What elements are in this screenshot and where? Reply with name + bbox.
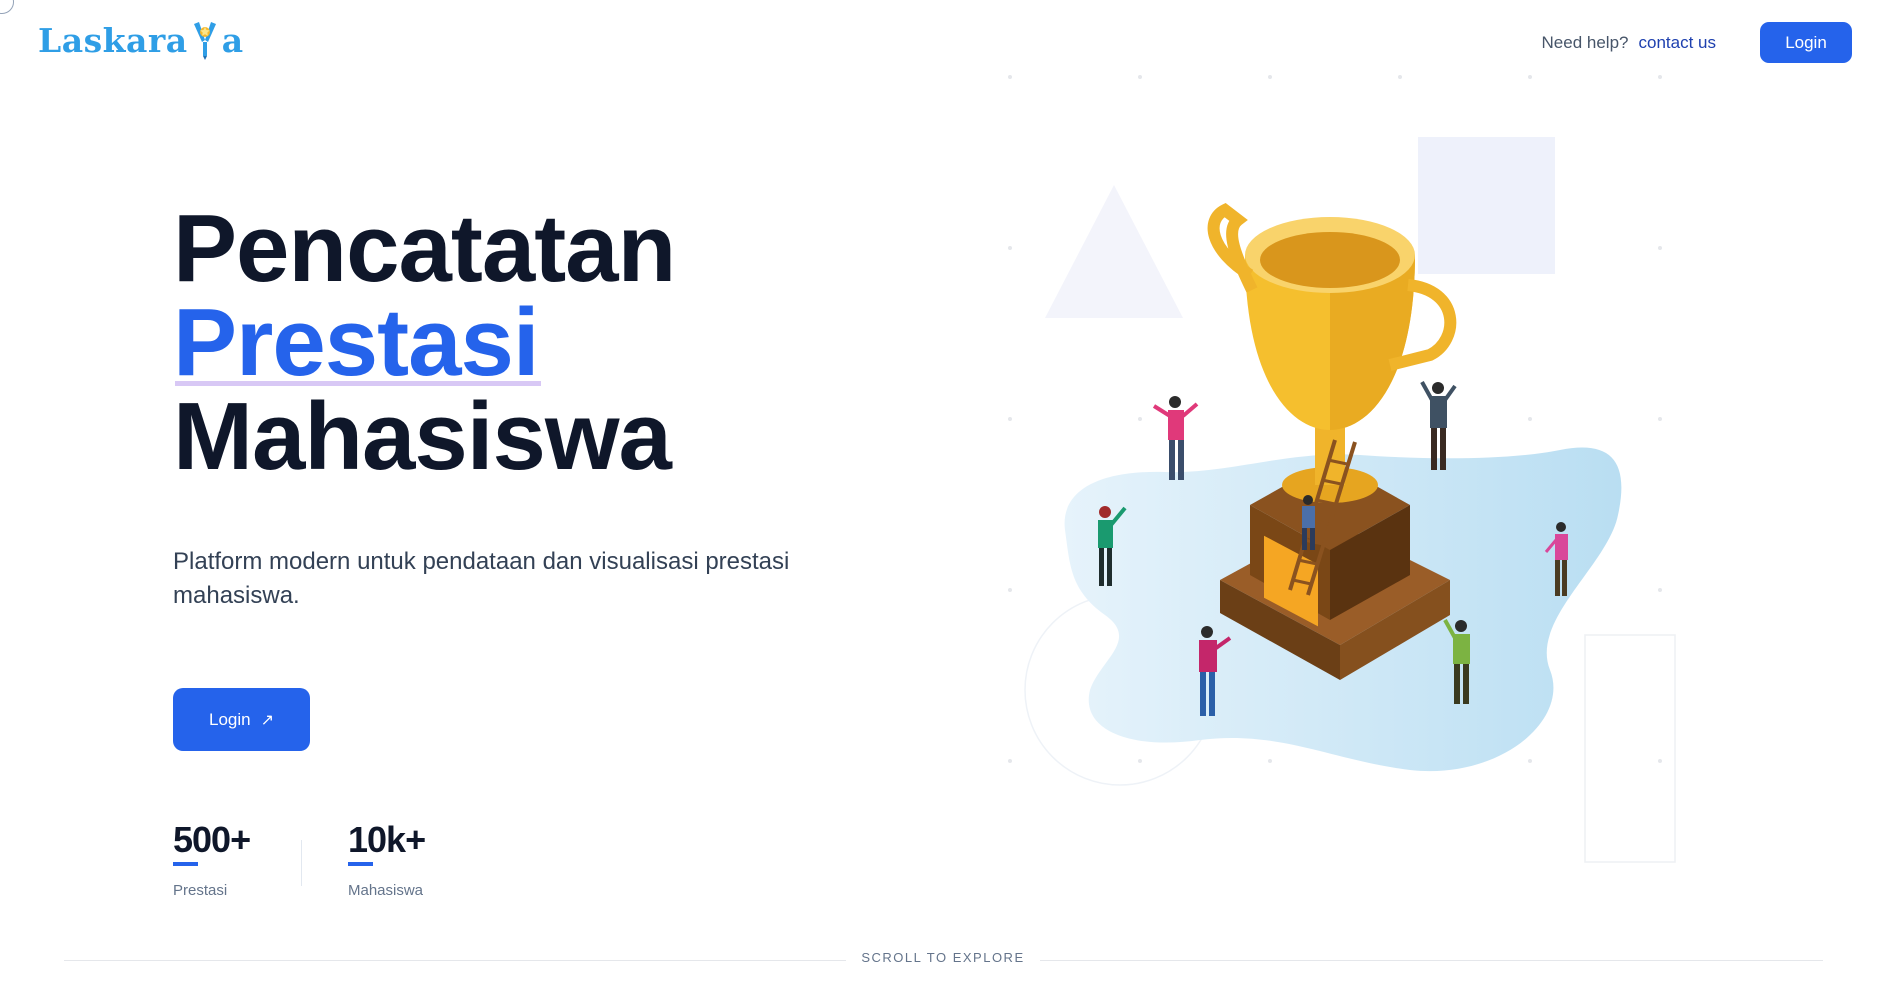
logo[interactable]: Laskara a xyxy=(38,18,244,62)
logo-medal-icon xyxy=(189,18,221,62)
stats: 500+ Prestasi 10k+ Mahasiswa xyxy=(173,820,523,899)
stat-underline xyxy=(348,862,373,866)
outline-rect xyxy=(1584,634,1676,863)
header-login-button[interactable]: Login xyxy=(1760,22,1852,63)
top-nav: Need help? contact us Login xyxy=(1542,22,1852,63)
stat-label: Mahasiswa xyxy=(348,882,424,899)
hero-title-line2: Prestasi xyxy=(173,289,541,396)
square-shape xyxy=(1418,137,1555,274)
corner-decoration xyxy=(0,0,14,14)
stat-value: 500+ xyxy=(173,819,251,860)
logo-text-right: a xyxy=(221,20,244,60)
stat-label: Prestasi xyxy=(173,882,228,899)
stat-prestasi: 500+ Prestasi xyxy=(173,820,348,899)
hero-login-label: Login xyxy=(208,709,251,729)
stat-value: 10k+ xyxy=(348,819,426,860)
contact-link[interactable]: contact us xyxy=(1639,33,1717,53)
logo-text-left: Laskara xyxy=(38,20,188,60)
hero-login-button[interactable]: Login ↗ xyxy=(173,688,310,751)
stat-mahasiswa: 10k+ Mahasiswa xyxy=(348,820,523,899)
hero-title: Pencatatan Prestasi Mahasiswa xyxy=(173,195,676,490)
hero-title-line1: Pencatatan xyxy=(173,195,676,302)
hero-description: Platform modern untuk pendataan dan visu… xyxy=(173,548,790,609)
arrow-up-right-icon: ↗ xyxy=(260,711,274,729)
scroll-hint[interactable]: SCROLL TO EXPLORE xyxy=(0,950,1886,965)
stat-divider xyxy=(301,840,302,886)
triangle-shape xyxy=(1045,185,1183,318)
help-text: Need help? xyxy=(1541,32,1629,52)
trophy-illustration xyxy=(990,60,1710,934)
hero-title-line3: Mahasiswa xyxy=(173,383,672,490)
stat-underline xyxy=(173,862,198,866)
